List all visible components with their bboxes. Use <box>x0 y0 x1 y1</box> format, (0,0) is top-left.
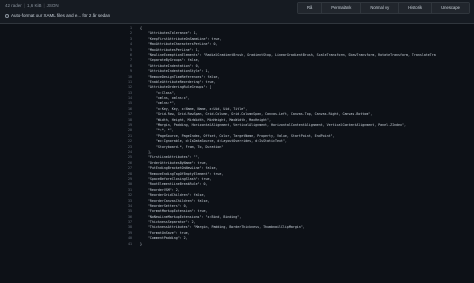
line-count: 42 rader <box>5 3 22 8</box>
normal-view-button[interactable]: Normal vy <box>360 3 399 13</box>
history-button[interactable]: Historik <box>398 3 432 13</box>
line-number[interactable]: 41 <box>120 242 132 247</box>
code-line: 41} <box>0 242 474 247</box>
raw-button[interactable]: Rå <box>297 3 322 13</box>
file-header: 42 rader | 1,6 KiB | JSON Auto-format our XA… <box>0 0 474 24</box>
file-type: JSON <box>46 3 59 8</box>
code-text: } <box>140 241 142 246</box>
file-info: 42 rader | 1,6 KiB | JSON <box>5 3 59 8</box>
file-size: 1,6 KiB <box>26 3 42 8</box>
latest-commit[interactable]: Auto-format our XAML files and e... för … <box>5 13 110 18</box>
file-toolbar: Rå Permalänk Normal vy Historik Unescape <box>296 2 470 14</box>
commit-message[interactable]: Auto-format our XAML files and e... för … <box>11 13 110 18</box>
permalink-button[interactable]: Permalänk <box>321 3 361 13</box>
info-icon <box>5 13 9 18</box>
unescape-button[interactable]: Unescape <box>431 3 469 13</box>
code-view: 1{2 "AttributesTolerance": 1, 3 "KeepFirs… <box>0 26 474 247</box>
